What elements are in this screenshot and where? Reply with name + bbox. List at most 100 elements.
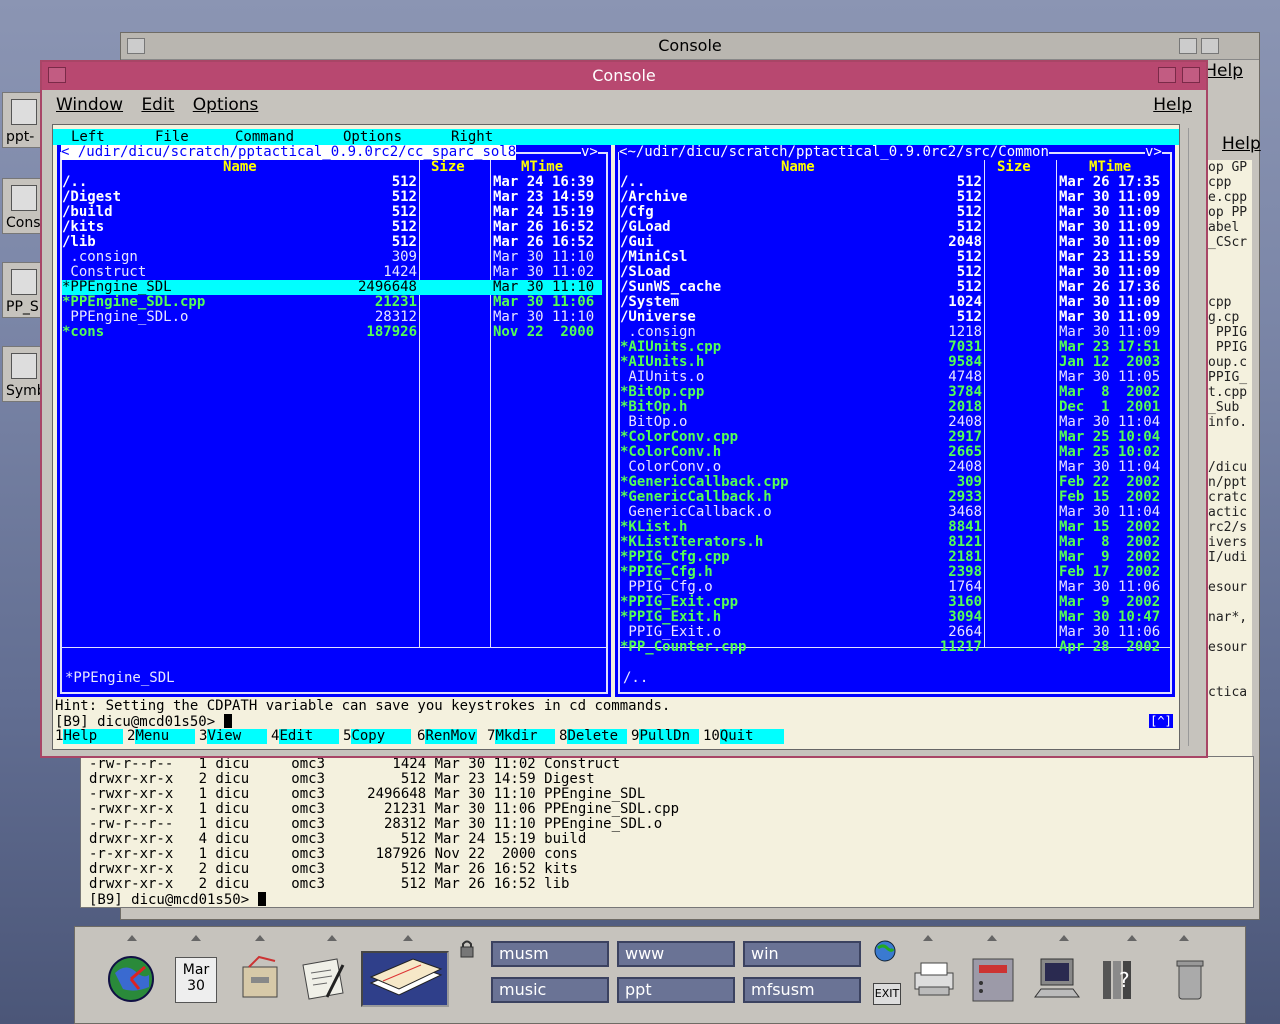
fkey-renmov[interactable]: 6RenMov (417, 729, 478, 744)
file-row[interactable]: /.. 512 Mar 24 16:39 (62, 175, 602, 190)
left-panel-path-suffix[interactable]: v> (581, 145, 598, 160)
file-row[interactable]: *ColorConv.h 2665 Mar 25 10:02 (620, 445, 1168, 460)
symb-window-icon[interactable]: Symb (2, 346, 46, 402)
file-row[interactable]: *AIUnits.h 9584 Jan 12 2003 (620, 355, 1168, 370)
file-row[interactable]: *KList.h 8841 Mar 15 2002 (620, 520, 1168, 535)
clock-globe-icon[interactable] (105, 953, 157, 1005)
pps-window-icon[interactable]: PP_S (2, 262, 42, 318)
minimize-button[interactable] (1158, 67, 1176, 83)
mc-menu-left[interactable]: Left (71, 129, 105, 145)
file-row[interactable]: *KListIterators.h 8121 Mar 8 2002 (620, 535, 1168, 550)
mc-menu-right[interactable]: Right (451, 129, 493, 145)
file-row[interactable]: /Archive 512 Mar 30 11:09 (620, 190, 1168, 205)
file-row[interactable]: Construct 1424 Mar 30 11:02 (62, 265, 602, 280)
file-row[interactable]: *AIUnits.cpp 7031 Mar 23 17:51 (620, 340, 1168, 355)
file-row[interactable]: *BitOp.cpp 3784 Mar 8 2002 (620, 385, 1168, 400)
file-row[interactable]: /build 512 Mar 24 15:19 (62, 205, 602, 220)
subpanel-arrow[interactable] (1127, 935, 1137, 941)
file-row[interactable]: *PPIG_Exit.cpp 3160 Mar 9 2002 (620, 595, 1168, 610)
workspace-music[interactable]: music (491, 977, 609, 1003)
subpanel-arrow[interactable] (327, 935, 337, 941)
background-terminal[interactable]: -rw-r--r-- 1 dicu omc3 1424 Mar 30 11:02… (80, 756, 1254, 908)
file-row[interactable]: *PP_Counter.cpp 11217 Apr 28 2002 (620, 640, 1168, 655)
menu-options[interactable]: Options (193, 95, 259, 115)
mc-menu-command[interactable]: Command (235, 129, 294, 145)
exit-button[interactable]: EXIT (873, 983, 901, 1005)
history-button[interactable]: [^] (1149, 714, 1173, 728)
maximize-button[interactable] (1182, 67, 1200, 83)
calendar-icon[interactable]: Mar 30 (175, 957, 217, 1003)
file-row[interactable]: PPIG_Cfg.o 1764 Mar 30 11:06 (620, 580, 1168, 595)
file-row[interactable]: /SLoad 512 Mar 30 11:09 (620, 265, 1168, 280)
workspace-musm[interactable]: musm (491, 941, 609, 967)
file-row[interactable]: *BitOp.h 2018 Dec 1 2001 (620, 400, 1168, 415)
workspace-ppt[interactable]: ppt (617, 977, 735, 1003)
file-row[interactable]: .consign 309 Mar 30 11:10 (62, 250, 602, 265)
fkey-view[interactable]: 3View (199, 729, 268, 744)
mc-menu-options[interactable]: Options (343, 129, 402, 145)
subpanel-arrow[interactable] (127, 935, 137, 941)
file-row[interactable]: *PPEngine_SDL.cpp 21231 Mar 30 11:06 (62, 295, 602, 310)
console-window-icon[interactable]: Cons (2, 178, 42, 234)
file-row[interactable]: ColorConv.o 2408 Mar 30 11:04 (620, 460, 1168, 475)
left-panel-path[interactable]: < /udir/dicu/scratch/pptactical_0.9.0rc2… (61, 145, 517, 160)
subpanel-arrow[interactable] (403, 935, 413, 941)
fkey-edit[interactable]: 4Edit (271, 729, 340, 744)
file-row[interactable]: *GenericCallback.h 2933 Feb 15 2002 (620, 490, 1168, 505)
file-row[interactable]: *PPEngine_SDL 2496648 Mar 30 11:10 (62, 280, 602, 295)
file-row[interactable]: /kits 512 Mar 26 16:52 (62, 220, 602, 235)
file-row[interactable]: /Universe 512 Mar 30 11:09 (620, 310, 1168, 325)
file-row[interactable]: BitOp.o 2408 Mar 30 11:04 (620, 415, 1168, 430)
file-row[interactable]: .consign 1218 Mar 30 11:09 (620, 325, 1168, 340)
minimize-button[interactable] (1179, 38, 1197, 54)
file-row[interactable]: *PPIG_Cfg.h 2398 Feb 17 2002 (620, 565, 1168, 580)
background-window-title[interactable]: Console (121, 33, 1259, 60)
mc-menu-file[interactable]: File (155, 129, 189, 145)
file-row[interactable]: PPIG_Exit.o 2664 Mar 30 11:06 (620, 625, 1168, 640)
subpanel-arrow[interactable] (1179, 935, 1189, 941)
globe-icon[interactable] (873, 939, 897, 963)
style-manager-icon[interactable] (967, 953, 1019, 1005)
lock-icon[interactable] (459, 939, 475, 959)
file-row[interactable]: *PPIG_Exit.h 3094 Mar 30 10:47 (620, 610, 1168, 625)
maximize-button[interactable] (1201, 38, 1219, 54)
file-row[interactable]: *PPIG_Cfg.cpp 2181 Mar 9 2002 (620, 550, 1168, 565)
console-titlebar[interactable]: Console (42, 62, 1206, 90)
file-row[interactable]: *ColorConv.cpp 2917 Mar 25 10:04 (620, 430, 1168, 445)
right-panel-path-suffix[interactable]: v> (1145, 145, 1162, 160)
background-help-menu-2[interactable]: Help (1222, 134, 1261, 154)
file-row[interactable]: /Cfg 512 Mar 30 11:09 (620, 205, 1168, 220)
fkey-copy[interactable]: 5Copy (343, 729, 412, 744)
file-row[interactable]: /SunWS_cache 512 Mar 26 17:36 (620, 280, 1168, 295)
file-row[interactable]: /Digest 512 Mar 23 14:59 (62, 190, 602, 205)
file-row[interactable]: /MiniCsl 512 Mar 23 11:59 (620, 250, 1168, 265)
subpanel-arrow[interactable] (987, 935, 997, 941)
file-row[interactable]: AIUnits.o 4748 Mar 30 11:05 (620, 370, 1168, 385)
workspace-www[interactable]: www (617, 941, 735, 967)
file-row[interactable]: /Gui 2048 Mar 30 11:09 (620, 235, 1168, 250)
left-file-panel[interactable]: < /udir/dicu/scratch/pptactical_0.9.0rc2… (57, 145, 611, 697)
fkey-help[interactable]: 1Help (55, 729, 124, 744)
background-help-menu[interactable]: Help (1204, 61, 1243, 81)
workspace-mfsusm[interactable]: mfsusm (743, 977, 861, 1003)
file-row[interactable]: GenericCallback.o 3468 Mar 30 11:04 (620, 505, 1168, 520)
file-row[interactable]: /System 1024 Mar 30 11:09 (620, 295, 1168, 310)
trash-icon[interactable] (1165, 953, 1217, 1005)
subpanel-arrow[interactable] (1059, 935, 1069, 941)
fkey-pulldn[interactable]: 9PullDn (631, 729, 700, 744)
console-window[interactable]: Console Window Edit Options Help Left Fi… (40, 60, 1208, 758)
ppt-window-icon[interactable]: ppt- (2, 92, 42, 148)
file-row[interactable]: /.. 512 Mar 26 17:35 (620, 175, 1168, 190)
terminal-scrollbar[interactable] (1188, 128, 1204, 746)
subpanel-arrow[interactable] (255, 935, 265, 941)
fkey-delete[interactable]: 8Delete (559, 729, 628, 744)
window-menu-button[interactable] (127, 38, 145, 54)
file-row[interactable]: *cons 187926 Nov 22 2000 (62, 325, 602, 340)
fkey-menu[interactable]: 2Menu (127, 729, 196, 744)
menu-help[interactable]: Help (1153, 90, 1192, 120)
right-panel-path[interactable]: <~/udir/dicu/scratch/pptactical_0.9.0rc2… (619, 145, 1049, 160)
file-row[interactable]: PPEngine_SDL.o 28312 Mar 30 11:10 (62, 310, 602, 325)
file-row[interactable]: /lib 512 Mar 26 16:52 (62, 235, 602, 250)
mailer-icon[interactable] (361, 951, 449, 1007)
text-editor-icon[interactable] (297, 953, 349, 1005)
